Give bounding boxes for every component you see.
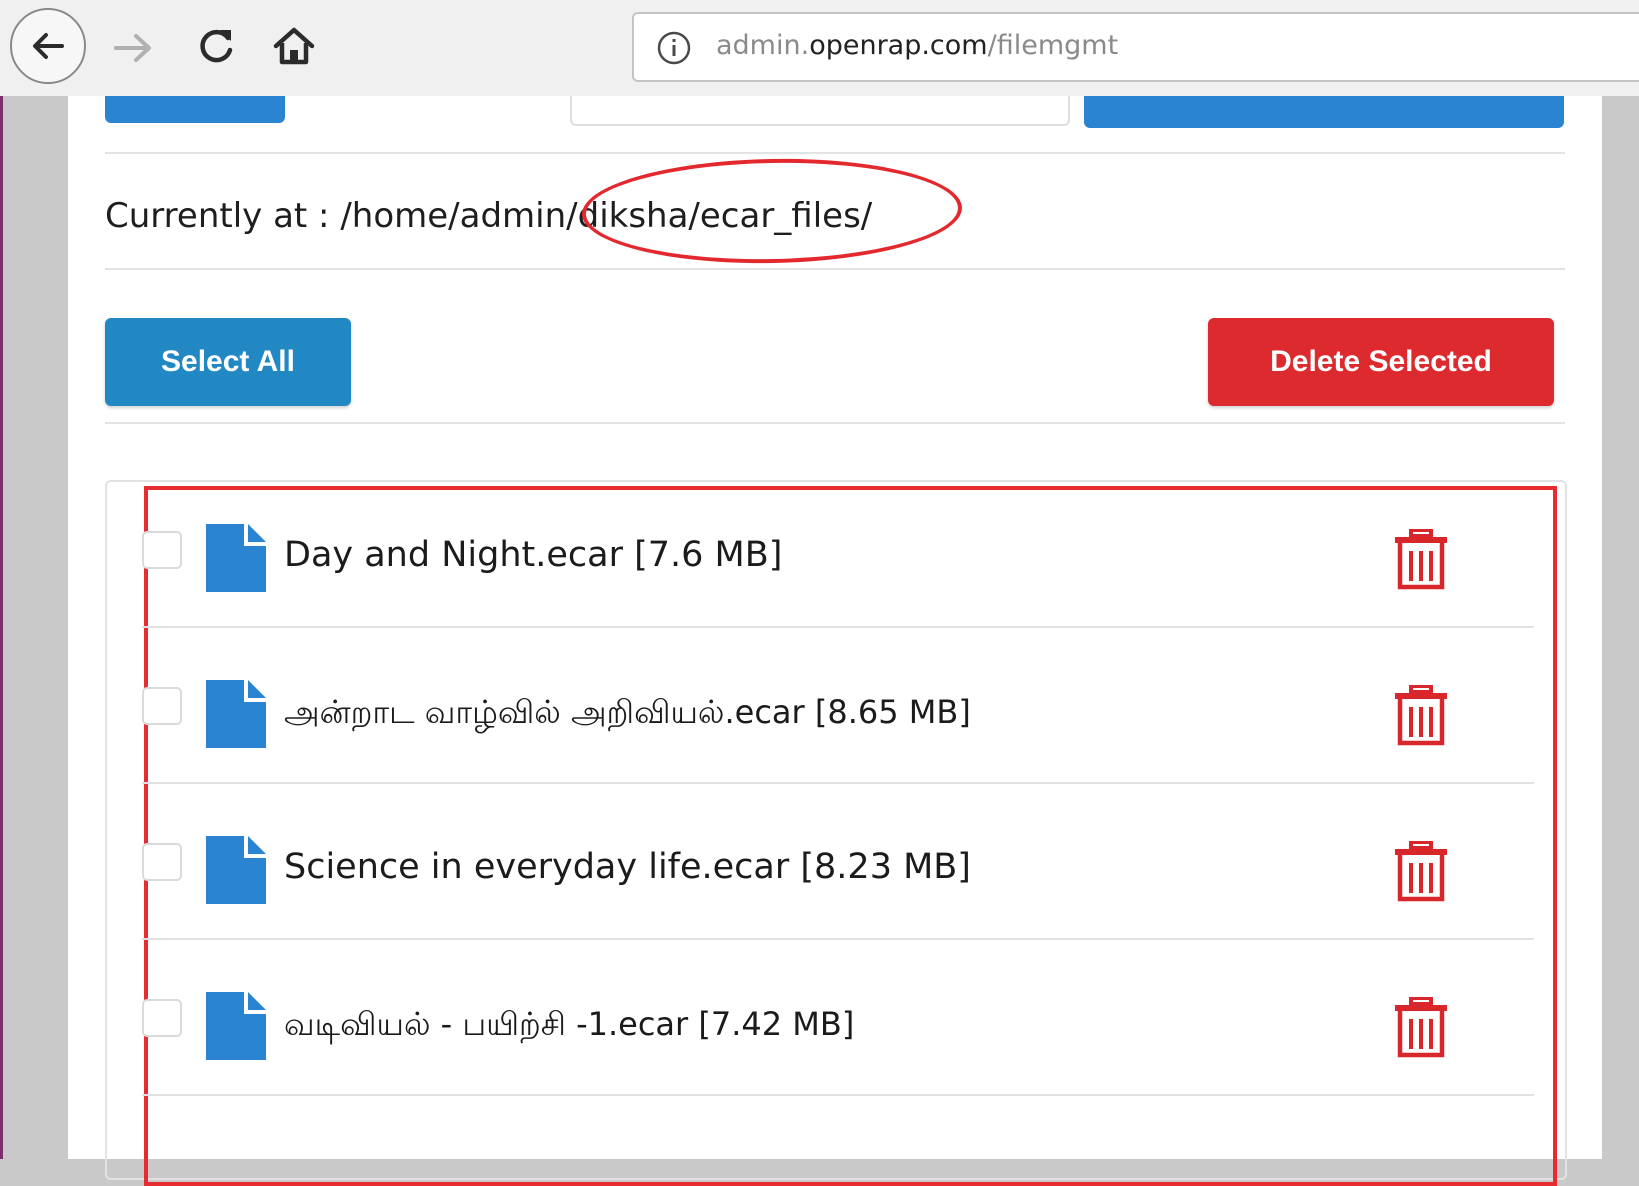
divider bbox=[105, 268, 1565, 270]
file-input[interactable] bbox=[570, 96, 1070, 126]
file-checkbox[interactable] bbox=[142, 531, 182, 569]
file-row: Day and Night.ecar [7.6 MB] bbox=[142, 472, 1534, 628]
arrow-left-icon bbox=[33, 33, 64, 59]
file-checkbox[interactable] bbox=[142, 999, 182, 1037]
url-text: admin.openrap.com/filemgmt bbox=[716, 30, 1119, 61]
row-divider bbox=[142, 1094, 1534, 1096]
arrow-right-icon[interactable] bbox=[112, 28, 156, 68]
file-checkbox[interactable] bbox=[142, 843, 182, 881]
file-icon bbox=[206, 992, 266, 1060]
file-icon bbox=[206, 524, 266, 592]
current-path-label: Currently at : bbox=[105, 196, 330, 236]
file-name: Day and Night.ecar [7.6 MB] bbox=[284, 535, 783, 575]
file-row: வடிவியல் - பயிற்சி -1.ecar [7.42 MB] bbox=[142, 940, 1534, 1096]
window-margin bbox=[1602, 96, 1639, 1159]
file-name: Science in everyday life.ecar [8.23 MB] bbox=[284, 847, 971, 887]
divider bbox=[105, 422, 1565, 424]
select-all-button[interactable]: Select All bbox=[105, 318, 351, 406]
file-icon bbox=[206, 680, 266, 748]
file-checkbox[interactable] bbox=[142, 687, 182, 725]
url-bar[interactable]: admin.openrap.com/filemgmt bbox=[632, 12, 1639, 82]
upload-submit-button[interactable] bbox=[1084, 96, 1564, 128]
page-content: Currently at : /home/admin/diksha/ecar_f… bbox=[68, 96, 1602, 1186]
info-icon[interactable] bbox=[656, 30, 692, 66]
window-edge bbox=[0, 96, 3, 1159]
annotation-circle bbox=[581, 155, 963, 267]
delete-selected-button[interactable]: Delete Selected bbox=[1208, 318, 1554, 406]
divider bbox=[105, 152, 1565, 154]
trash-icon[interactable] bbox=[1394, 529, 1448, 591]
trash-icon[interactable] bbox=[1394, 997, 1448, 1059]
trash-icon[interactable] bbox=[1394, 685, 1448, 747]
back-button[interactable] bbox=[10, 8, 86, 84]
home-icon[interactable] bbox=[272, 24, 316, 68]
file-row: அன்றாட வாழ்வில் அறிவியல்.ecar [8.65 MB] bbox=[142, 628, 1534, 784]
browser-toolbar: admin.openrap.com/filemgmt bbox=[0, 0, 1639, 97]
file-name: வடிவியல் - பயிற்சி -1.ecar [7.42 MB] bbox=[284, 1005, 855, 1043]
file-icon bbox=[206, 836, 266, 904]
file-name: அன்றாட வாழ்வில் அறிவியல்.ecar [8.65 MB] bbox=[284, 693, 971, 731]
trash-icon[interactable] bbox=[1394, 841, 1448, 903]
file-row: Science in everyday life.ecar [8.23 MB] bbox=[142, 784, 1534, 940]
upload-button[interactable] bbox=[105, 96, 285, 123]
reload-icon[interactable] bbox=[194, 24, 238, 68]
